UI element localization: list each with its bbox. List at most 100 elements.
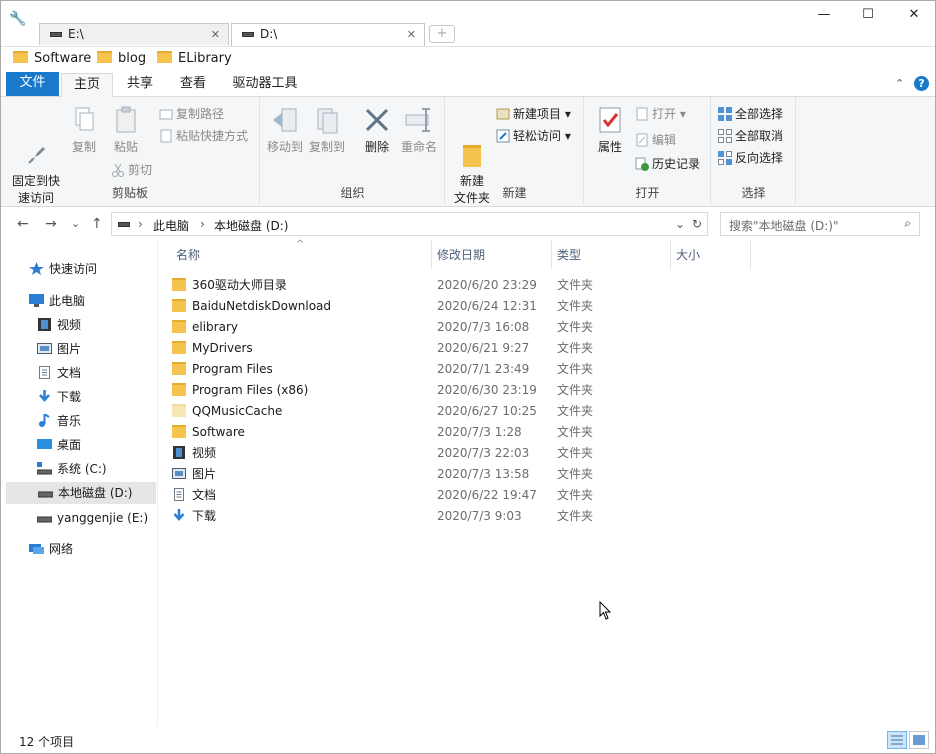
file-row[interactable]: Software 2020/7/3 1:28 文件夹 bbox=[172, 422, 772, 443]
nav-quick-access[interactable]: 快速访问 bbox=[29, 258, 97, 280]
tab-d-drive[interactable]: D:\ ✕ bbox=[231, 23, 425, 46]
wrench-icon[interactable]: 🔧 bbox=[9, 11, 29, 27]
favorite-blog[interactable]: blog bbox=[97, 50, 146, 68]
column-header-type[interactable]: 类型 bbox=[551, 241, 671, 269]
tab-home[interactable]: 主页 bbox=[61, 73, 113, 97]
history-icon bbox=[635, 157, 649, 171]
cut-button[interactable]: 剪切 bbox=[111, 161, 152, 179]
drive-icon bbox=[242, 32, 254, 37]
paste-button[interactable]: 粘贴 bbox=[107, 105, 145, 156]
nav-documents[interactable]: 文档 bbox=[37, 362, 81, 384]
file-row[interactable]: BaiduNetdiskDownload 2020/6/24 12:31 文件夹 bbox=[172, 296, 772, 317]
tab-share[interactable]: 共享 bbox=[114, 73, 166, 97]
select-all-button[interactable]: 全部选择 bbox=[718, 105, 783, 123]
help-icon[interactable]: ? bbox=[914, 76, 929, 91]
easy-access-button[interactable]: 轻松访问 ▾ bbox=[496, 127, 571, 145]
rename-label: 重命名 bbox=[400, 140, 437, 154]
nav-this-pc[interactable]: 此电脑 bbox=[29, 290, 85, 312]
column-divider[interactable] bbox=[750, 241, 751, 269]
minimize-button[interactable]: — bbox=[809, 7, 839, 27]
nav-downloads[interactable]: 下载 bbox=[37, 386, 81, 408]
paste-shortcut-button[interactable]: 粘贴快捷方式 bbox=[159, 127, 248, 145]
edit-button[interactable]: 编辑 bbox=[635, 131, 676, 149]
refresh-icon[interactable]: ↻ bbox=[692, 217, 702, 231]
file-name: 下载 bbox=[192, 509, 217, 523]
nav-drive-e[interactable]: yanggenjie (E:) bbox=[36, 507, 149, 529]
tab-view[interactable]: 查看 bbox=[167, 73, 219, 97]
file-row[interactable]: 文档 2020/6/22 19:47 文件夹 bbox=[172, 485, 772, 506]
tab-drive-tools[interactable]: 驱动器工具 bbox=[223, 73, 307, 97]
select-none-button[interactable]: 全部取消 bbox=[718, 127, 783, 145]
address-dropdown-icon[interactable]: ⌄ bbox=[675, 217, 685, 231]
close-tab-icon[interactable]: ✕ bbox=[407, 28, 416, 41]
copy-to-button[interactable]: 复制到 bbox=[307, 105, 347, 156]
delete-button[interactable]: 删除 bbox=[361, 105, 393, 156]
breadcrumb-this-pc[interactable]: 此电脑 bbox=[153, 217, 189, 234]
copy-button[interactable]: 复制 bbox=[67, 105, 101, 156]
move-to-button[interactable]: 移动到 bbox=[265, 105, 305, 156]
nav-system-drive[interactable]: 系统 (C:) bbox=[36, 458, 107, 480]
select-all-label: 全部选择 bbox=[735, 107, 784, 121]
edit-label: 编辑 bbox=[652, 133, 677, 147]
nav-desktop[interactable]: 桌面 bbox=[37, 434, 81, 456]
back-button[interactable]: ← bbox=[17, 216, 29, 232]
document-icon bbox=[37, 364, 52, 379]
properties-button[interactable]: 属性 bbox=[593, 105, 627, 156]
search-input[interactable]: 搜索"本地磁盘 (D:)" ⌕ bbox=[720, 212, 920, 236]
favorite-software[interactable]: Software bbox=[13, 50, 91, 68]
navigation-pane: 快速访问 此电脑 视频 图片 文档 下载 音乐 桌面 系统 (C:) 本地磁盘 … bbox=[1, 241, 158, 726]
details-view-button[interactable] bbox=[887, 731, 907, 749]
maximize-button[interactable]: ☐ bbox=[853, 7, 883, 27]
close-tab-icon[interactable]: ✕ bbox=[211, 28, 220, 41]
column-header-modified[interactable]: 修改日期 bbox=[431, 241, 551, 269]
column-header-size[interactable]: 大小 bbox=[670, 241, 750, 269]
expand-ribbon-icon[interactable]: ⌃ bbox=[895, 77, 904, 90]
address-bar[interactable]: › 此电脑 › 本地磁盘 (D:) ⌄ ↻ bbox=[111, 212, 708, 236]
file-row[interactable]: elibrary 2020/7/3 16:08 文件夹 bbox=[172, 317, 772, 338]
file-row[interactable]: MyDrivers 2020/6/21 9:27 文件夹 bbox=[172, 338, 772, 359]
forward-button[interactable]: → bbox=[45, 216, 57, 232]
file-type: 文件夹 bbox=[557, 383, 594, 397]
file-type: 文件夹 bbox=[557, 488, 594, 502]
new-folder-icon bbox=[457, 122, 487, 167]
nav-music[interactable]: 音乐 bbox=[37, 410, 81, 432]
breadcrumb-local-disk[interactable]: 本地磁盘 (D:) bbox=[214, 217, 288, 234]
new-tab-button[interactable]: + bbox=[429, 25, 455, 43]
file-row[interactable]: Program Files (x86) 2020/6/30 23:19 文件夹 bbox=[172, 380, 772, 401]
close-window-button[interactable]: ✕ bbox=[899, 7, 929, 27]
file-row[interactable]: Program Files 2020/7/1 23:49 文件夹 bbox=[172, 359, 772, 380]
new-item-button[interactable]: 新建项目 ▾ bbox=[496, 105, 571, 123]
nav-videos[interactable]: 视频 bbox=[37, 314, 81, 336]
open-icon bbox=[635, 107, 649, 121]
nav-pictures[interactable]: 图片 bbox=[37, 338, 81, 360]
title-bar: 🔧 E:\ ✕ D:\ ✕ + — ☐ ✕ bbox=[1, 1, 935, 46]
invert-selection-button[interactable]: 反向选择 bbox=[718, 149, 783, 167]
up-button[interactable]: ↑ bbox=[91, 216, 103, 232]
favorite-elibrary[interactable]: ELibrary bbox=[157, 50, 232, 68]
file-row[interactable]: 360驱动大师目录 2020/6/20 23:29 文件夹 bbox=[172, 275, 772, 296]
nav-label: yanggenjie (E:) bbox=[57, 511, 149, 525]
large-icons-view-button[interactable] bbox=[909, 731, 929, 749]
nav-network[interactable]: 网络 bbox=[29, 538, 73, 560]
copy-path-button[interactable]: 复制路径 bbox=[159, 105, 224, 123]
delete-icon bbox=[362, 105, 392, 135]
history-button[interactable]: 历史记录 bbox=[635, 155, 700, 173]
file-row[interactable]: 图片 2020/7/3 13:58 文件夹 bbox=[172, 464, 772, 485]
open-button[interactable]: 打开 ▾ bbox=[635, 105, 686, 123]
file-row[interactable]: 下载 2020/7/3 9:03 文件夹 bbox=[172, 506, 772, 527]
recent-locations-button[interactable]: ⌄ bbox=[71, 217, 80, 230]
copy-to-icon bbox=[312, 105, 342, 135]
select-none-label: 全部取消 bbox=[735, 129, 784, 143]
file-row[interactable]: QQMusicCache 2020/6/27 10:25 文件夹 bbox=[172, 401, 772, 422]
search-icon[interactable]: ⌕ bbox=[904, 216, 911, 231]
file-date: 2020/6/20 23:29 bbox=[437, 278, 537, 292]
column-label: 类型 bbox=[557, 248, 582, 262]
tab-file[interactable]: 文件 bbox=[6, 72, 59, 96]
tab-e-drive[interactable]: E:\ ✕ bbox=[39, 23, 229, 45]
file-type: 文件夹 bbox=[557, 320, 594, 334]
rename-button[interactable]: 重命名 bbox=[399, 105, 439, 156]
folder-icon bbox=[97, 51, 112, 63]
file-name: 图片 bbox=[192, 467, 217, 481]
file-row[interactable]: 视频 2020/7/3 22:03 文件夹 bbox=[172, 443, 772, 464]
nav-local-disk-d[interactable]: 本地磁盘 (D:) bbox=[6, 482, 156, 504]
